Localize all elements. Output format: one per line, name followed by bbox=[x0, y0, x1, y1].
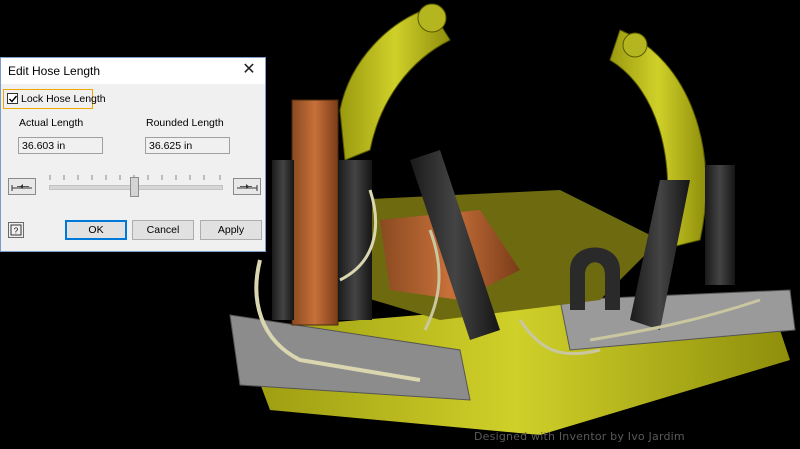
dialog-titlebar[interactable]: Edit Hose Length ✕ bbox=[1, 58, 265, 84]
dialog-title: Edit Hose Length bbox=[8, 64, 101, 78]
decrease-length-icon bbox=[11, 184, 32, 191]
sprocket bbox=[417, 3, 447, 33]
lock-hose-length-checkbox[interactable]: Lock Hose Length bbox=[3, 89, 106, 109]
help-button[interactable]: ? bbox=[8, 222, 24, 238]
actual-length-field[interactable]: 36.603 in bbox=[18, 137, 103, 154]
cancel-button[interactable]: Cancel bbox=[132, 220, 194, 240]
close-icon[interactable]: ✕ bbox=[241, 61, 257, 79]
checkbox-box[interactable] bbox=[7, 93, 18, 104]
edit-hose-length-dialog: Edit Hose Length ✕ Lock Hose Length Actu… bbox=[0, 57, 266, 252]
credit-text: Designed with Inventor by Ivo Jardim bbox=[474, 430, 685, 443]
decrease-length-button[interactable] bbox=[8, 178, 36, 195]
ok-button[interactable]: OK bbox=[65, 220, 127, 240]
check-icon bbox=[9, 95, 18, 103]
actual-length-label: Actual Length bbox=[19, 117, 84, 129]
increase-length-icon bbox=[237, 184, 258, 191]
arm-right-joint bbox=[622, 32, 648, 58]
help-icon: ? bbox=[10, 224, 22, 236]
svg-text:?: ? bbox=[14, 227, 19, 236]
increase-length-button[interactable] bbox=[233, 178, 261, 195]
length-slider-thumb[interactable] bbox=[130, 177, 139, 197]
apply-button[interactable]: Apply bbox=[200, 220, 262, 240]
rounded-length-label: Rounded Length bbox=[146, 117, 224, 129]
cylinder-4 bbox=[705, 165, 735, 285]
cylinder-1 bbox=[338, 160, 372, 320]
rounded-length-field[interactable]: 36.625 in bbox=[145, 137, 230, 154]
lock-hose-length-label: Lock Hose Length bbox=[21, 93, 106, 105]
cylinder-2 bbox=[272, 160, 294, 320]
copper-cylinder bbox=[291, 99, 339, 326]
